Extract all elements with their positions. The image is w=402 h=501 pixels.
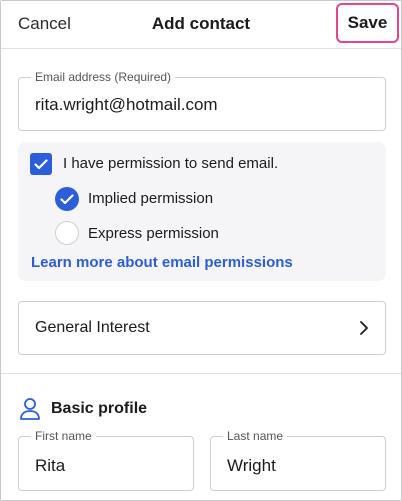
last-name-field[interactable]: Last name Wright [210,429,386,491]
basic-profile-heading: Basic profile [51,400,148,417]
list-selector-row[interactable]: General Interest [18,301,386,355]
add-contact-screen: Cancel Add contact Save Email address (R… [0,0,402,501]
radio-implied-permission[interactable] [55,187,79,211]
learn-more-link[interactable]: Learn more about email permissions [31,254,293,271]
user-icon [20,398,40,420]
first-name-label: First name [31,429,96,443]
chevron-right-icon [360,321,368,335]
radio-express-permission[interactable] [55,221,79,245]
permission-checkbox-label: I have permission to send email. [63,155,279,172]
email-field[interactable]: Email address (Required) rita.wright@hot… [18,70,386,131]
save-button[interactable]: Save [336,3,399,43]
first-name-field[interactable]: First name Rita [18,429,194,491]
permission-checkbox[interactable] [30,153,52,175]
email-field-label: Email address (Required) [31,70,176,84]
email-permission-panel: I have permission to send email. Implied… [18,142,386,281]
section-divider [1,373,401,374]
radio-express-permission-label: Express permission [88,225,219,242]
checkmark-icon [60,193,74,204]
email-field-value[interactable]: rita.wright@hotmail.com [35,95,218,115]
last-name-label: Last name [223,429,288,443]
radio-implied-permission-label: Implied permission [88,190,214,207]
checkmark-icon [34,158,48,169]
first-name-value[interactable]: Rita [35,456,65,476]
top-bar: Cancel Add contact Save [1,1,401,49]
last-name-value[interactable]: Wright [227,456,276,476]
list-selector-label: General Interest [35,319,150,336]
